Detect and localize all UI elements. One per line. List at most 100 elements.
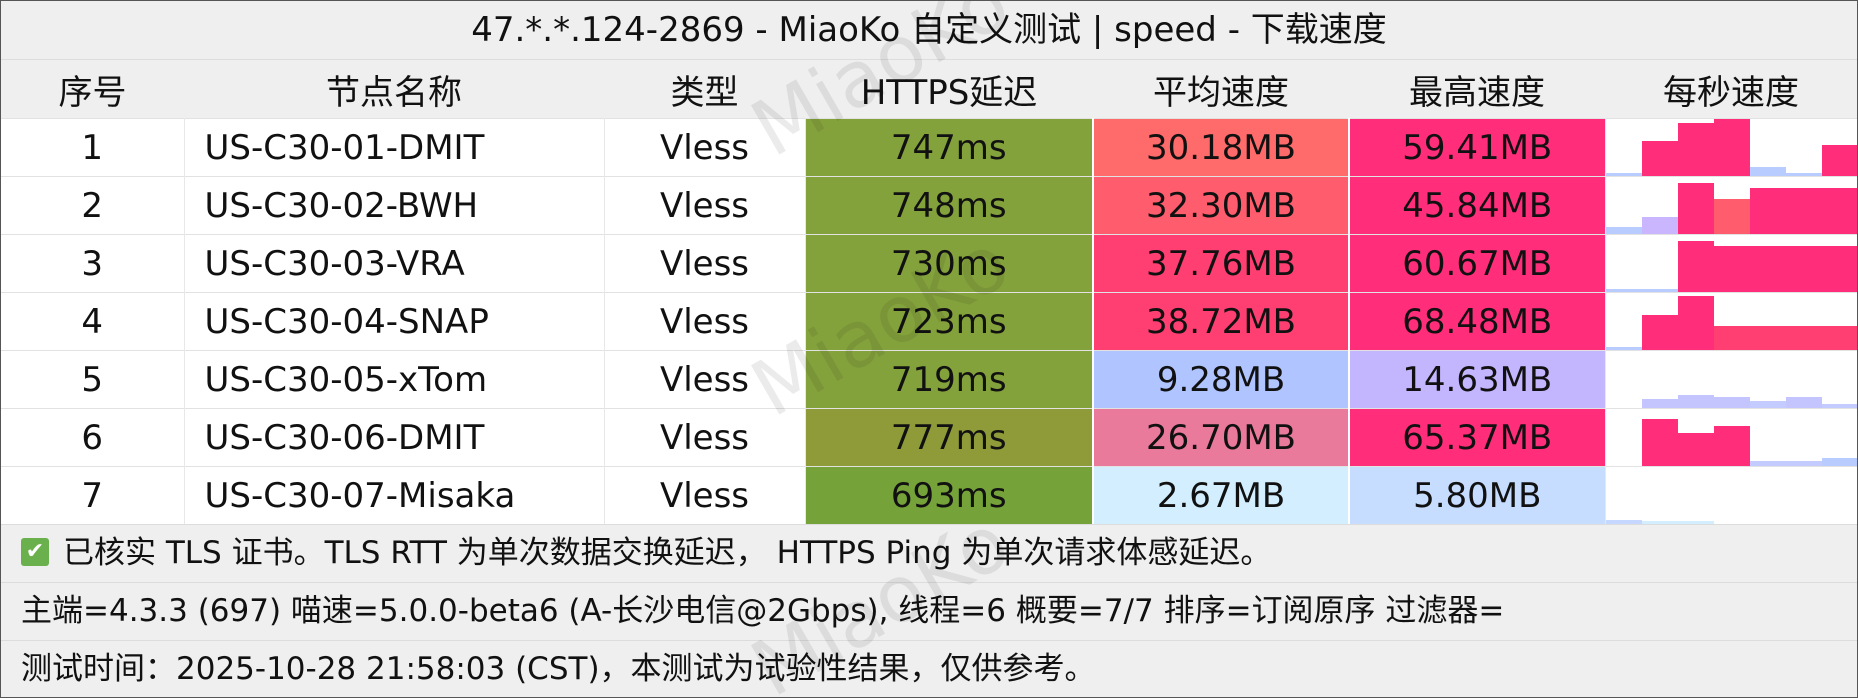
cell-per-second-chart — [1605, 350, 1857, 409]
table-row: 1 US-C30-01-DMIT Vless 747ms 30.18MB 59.41MB — [1, 118, 1857, 177]
cell-type: Vless — [604, 234, 806, 293]
cell-latency: 748ms — [805, 176, 1094, 235]
cell-node-name: US-C30-05-xTom — [184, 350, 605, 409]
speed-bar — [1713, 396, 1750, 408]
cell-node-name: US-C30-07-Misaka — [184, 466, 605, 524]
cell-latency: 723ms — [805, 292, 1094, 351]
tls-note-text: 已核实 TLS 证书。TLS RTT 为单次数据交换延迟， HTTPS Ping… — [63, 535, 1272, 571]
cell-avg-speed: 37.76MB — [1093, 234, 1350, 293]
speed-bar — [1677, 432, 1714, 466]
speed-bar — [1821, 458, 1857, 466]
speed-bar — [1713, 119, 1750, 176]
speed-bar — [1641, 419, 1678, 466]
cell-per-second-chart — [1605, 176, 1857, 235]
cell-node-name: US-C30-03-VRA — [184, 234, 605, 293]
header-node-name: 节点名称 — [184, 59, 604, 119]
cell-latency: 693ms — [805, 466, 1094, 524]
speed-bar — [1821, 326, 1857, 350]
cell-latency: 730ms — [805, 234, 1094, 293]
speed-bar — [1821, 246, 1857, 292]
result-image: 47.*.*.124-2869 - MiaoKo 自定义测试 | speed -… — [0, 0, 1858, 698]
speed-bar — [1677, 123, 1714, 176]
speed-bar — [1749, 326, 1786, 350]
speed-bar — [1641, 216, 1678, 234]
check-icon: ✔ — [21, 537, 49, 566]
cell-max-speed: 68.48MB — [1349, 292, 1606, 351]
cell-max-speed: 60.67MB — [1349, 234, 1606, 293]
version-info: 主端=4.3.3 (697) 喵速=5.0.0-beta6 (A-长沙电信@2G… — [1, 582, 1857, 640]
test-time: 测试时间：2025-10-28 21:58:03 (CST)，本测试为试验性结果… — [1, 640, 1857, 697]
cell-index: 3 — [1, 234, 185, 293]
speed-bar — [1605, 346, 1642, 350]
speed-bar — [1749, 188, 1786, 234]
cell-type: Vless — [604, 466, 806, 524]
cell-type: Vless — [604, 350, 806, 409]
speed-bar — [1605, 520, 1642, 524]
table-row: 3 US-C30-03-VRA Vless 730ms 37.76MB 60.67MB — [1, 234, 1857, 293]
cell-avg-speed: 38.72MB — [1093, 292, 1350, 351]
header-per-second-speed: 每秒速度 — [1605, 59, 1857, 119]
cell-avg-speed: 2.67MB — [1093, 466, 1350, 524]
cell-node-name: US-C30-02-BWH — [184, 176, 605, 235]
table-row: 2 US-C30-02-BWH Vless 748ms 32.30MB 45.84MB — [1, 176, 1857, 235]
speed-bar — [1713, 246, 1750, 292]
results-table: 序号 节点名称 类型 HTTPS延迟 平均速度 最高速度 每秒速度 1 US-C3… — [1, 59, 1857, 524]
cell-avg-speed: 30.18MB — [1093, 118, 1350, 177]
speed-bar — [1641, 399, 1678, 408]
cell-max-speed: 5.80MB — [1349, 466, 1606, 524]
cell-per-second-chart — [1605, 292, 1857, 351]
header-type: 类型 — [604, 59, 805, 119]
cell-per-second-chart — [1605, 466, 1857, 524]
speed-bar — [1821, 188, 1857, 234]
cell-index: 2 — [1, 176, 185, 235]
cell-type: Vless — [604, 176, 806, 235]
speed-bar — [1749, 246, 1786, 292]
speed-bar — [1677, 395, 1714, 408]
cell-avg-speed: 26.70MB — [1093, 408, 1350, 467]
speed-bar — [1641, 140, 1678, 176]
speed-bar — [1641, 521, 1678, 524]
cell-index: 4 — [1, 292, 185, 351]
cell-latency: 777ms — [805, 408, 1094, 467]
cell-index: 1 — [1, 118, 185, 177]
table-row: 6 US-C30-06-DMIT Vless 777ms 26.70MB 65.37MB — [1, 408, 1857, 467]
cell-max-speed: 59.41MB — [1349, 118, 1606, 177]
speed-bar — [1749, 401, 1786, 408]
speed-bar — [1785, 246, 1822, 292]
speed-bar — [1713, 426, 1750, 466]
speed-bar — [1713, 198, 1750, 234]
cell-index: 7 — [1, 466, 185, 524]
table-row: 5 US-C30-05-xTom Vless 719ms 9.28MB 14.63MB — [1, 350, 1857, 409]
table-header-row: 序号 节点名称 类型 HTTPS延迟 平均速度 最高速度 每秒速度 — [1, 59, 1857, 119]
header-max-speed: 最高速度 — [1349, 59, 1605, 119]
cell-type: Vless — [604, 292, 806, 351]
page-title: 47.*.*.124-2869 - MiaoKo 自定义测试 | speed -… — [1, 1, 1857, 59]
speed-bar — [1713, 326, 1750, 350]
cell-index: 5 — [1, 350, 185, 409]
cell-per-second-chart — [1605, 118, 1857, 177]
cell-type: Vless — [604, 118, 806, 177]
cell-per-second-chart — [1605, 234, 1857, 293]
speed-bar — [1821, 144, 1857, 176]
speed-bar — [1785, 396, 1822, 408]
speed-bar — [1785, 188, 1822, 234]
cell-avg-speed: 9.28MB — [1093, 350, 1350, 409]
speed-bar — [1785, 326, 1822, 350]
speed-bar — [1677, 295, 1714, 350]
cell-latency: 719ms — [805, 350, 1094, 409]
cell-node-name: US-C30-01-DMIT — [184, 118, 605, 177]
header-index: 序号 — [1, 59, 184, 119]
speed-bar — [1749, 167, 1786, 176]
speed-bar — [1785, 461, 1822, 466]
speed-bar — [1641, 314, 1678, 350]
cell-index: 6 — [1, 408, 185, 467]
speed-bar — [1821, 404, 1857, 408]
speed-bar — [1749, 461, 1786, 466]
header-avg-speed: 平均速度 — [1093, 59, 1349, 119]
cell-max-speed: 14.63MB — [1349, 350, 1606, 409]
cell-node-name: US-C30-06-DMIT — [184, 408, 605, 467]
cell-type: Vless — [604, 408, 806, 467]
cell-node-name: US-C30-04-SNAP — [184, 292, 605, 351]
speed-bar — [1605, 227, 1642, 234]
cell-max-speed: 65.37MB — [1349, 408, 1606, 467]
